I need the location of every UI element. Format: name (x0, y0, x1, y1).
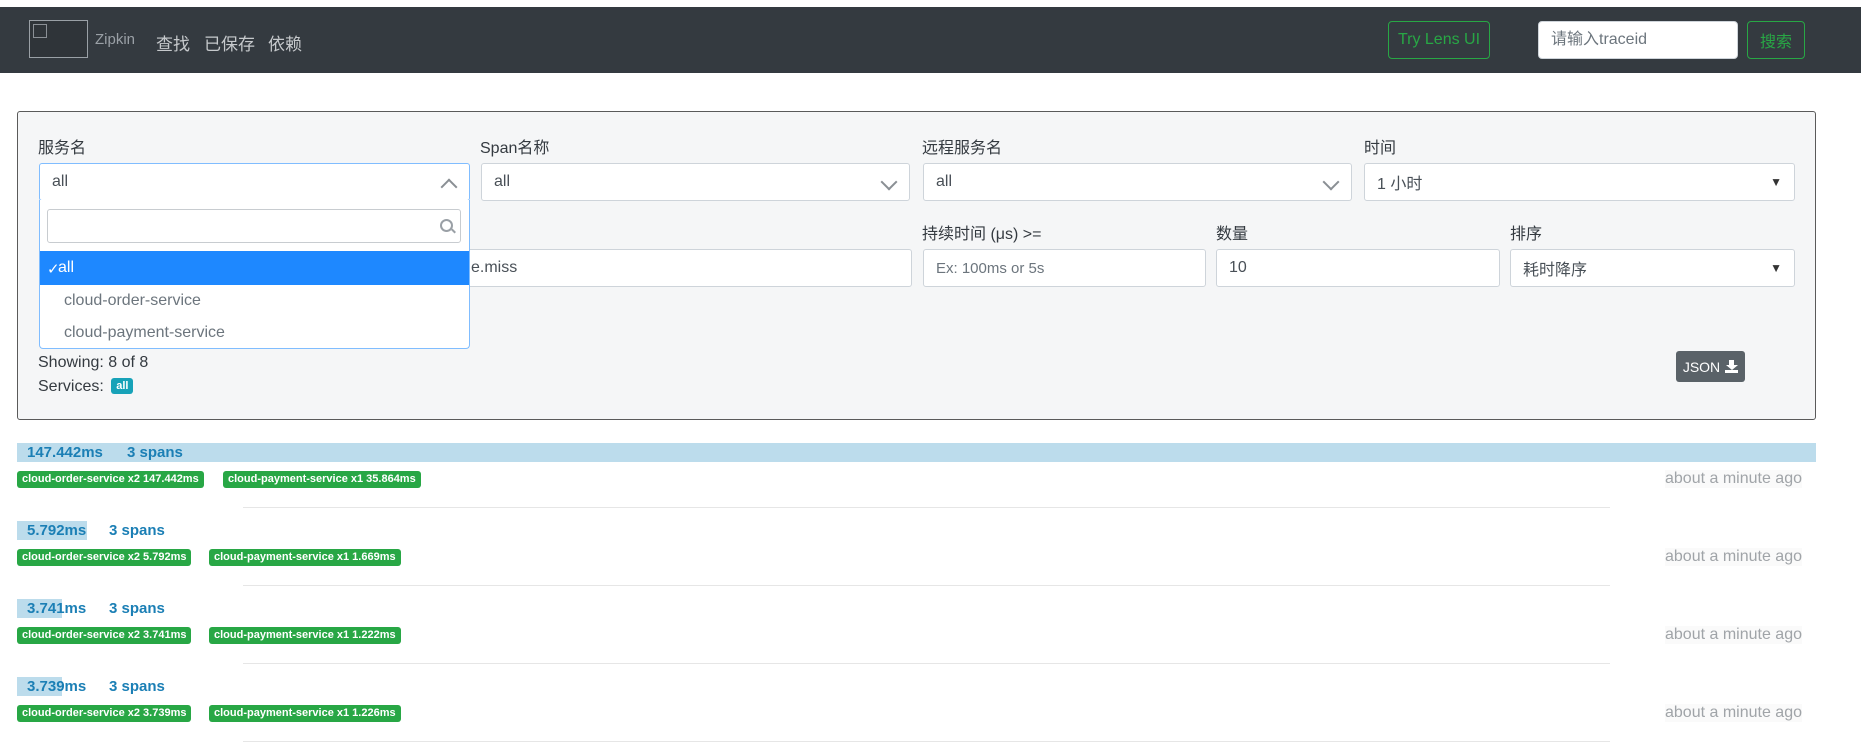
trace-row[interactable]: 3.741ms 3 spans cloud-order-service x2 3… (17, 599, 1816, 677)
service-label: 服务名 (38, 140, 87, 157)
sort-select[interactable]: 耗时降序 ▼ (1510, 249, 1795, 287)
trace-time-ago: about a minute ago (1665, 626, 1802, 644)
dropdown-option-cloud-payment-service[interactable]: cloud-payment-service (40, 316, 469, 350)
time-label: 时间 (1364, 140, 1397, 157)
remote-service-select[interactable]: all (923, 163, 1352, 201)
top-strip (0, 0, 1861, 7)
trace-span-count: 3 spans (109, 678, 165, 695)
trace-duration[interactable]: 5.792ms (27, 521, 86, 540)
span-name-label: Span名称 (480, 140, 550, 157)
service-tag: cloud-order-service x2 3.741ms (17, 627, 192, 644)
zipkin-logo[interactable] (29, 20, 88, 58)
trace-duration[interactable]: 3.741ms (27, 599, 86, 618)
chevron-down-icon (1322, 173, 1340, 191)
check-icon: ✓ (47, 261, 60, 278)
trace-row[interactable]: 3.739ms 3 spans cloud-order-service x2 3… (17, 677, 1816, 755)
service-dropdown: ✓ all cloud-order-service cloud-payment-… (39, 200, 470, 349)
chevron-down-icon (880, 173, 898, 191)
sort-label: 排序 (1510, 226, 1543, 243)
time-select[interactable]: 1 小时 ▼ (1364, 163, 1795, 201)
duration-placeholder: Ex: 100ms or 5s (936, 259, 1045, 277)
sort-select-value: 耗时降序 (1523, 262, 1588, 279)
service-tag: cloud-order-service x2 147.442ms (17, 471, 204, 488)
nav-find[interactable]: 查找 (156, 30, 190, 55)
option-label: cloud-order-service (64, 292, 201, 309)
json-button-label: JSON (1682, 358, 1721, 375)
nav-dependencies[interactable]: 依赖 (268, 30, 302, 55)
option-label: cloud-payment-service (64, 324, 225, 341)
service-select-value: all (52, 173, 69, 190)
time-select-value: 1 小时 (1377, 176, 1423, 193)
duration-input[interactable]: Ex: 100ms or 5s (923, 249, 1206, 287)
broken-image-icon (33, 24, 47, 38)
showing-count: Showing: 8 of 8 (38, 354, 149, 371)
duration-bar (17, 443, 1816, 462)
json-download-button[interactable]: JSON (1676, 351, 1745, 382)
span-name-select-value: all (494, 173, 511, 190)
row-divider (243, 663, 1610, 664)
trace-time-ago: about a minute ago (1665, 470, 1802, 488)
trace-span-count: 3 spans (109, 600, 165, 617)
trace-row[interactable]: 5.792ms 3 spans cloud-order-service x2 5… (17, 521, 1816, 599)
trace-span-count: 3 spans (109, 522, 165, 539)
remote-service-label: 远程服务名 (922, 140, 1003, 157)
try-lens-ui-button[interactable]: Try Lens UI (1388, 21, 1490, 59)
search-icon (440, 219, 453, 232)
service-tag: cloud-payment-service x1 1.222ms (209, 627, 401, 644)
trace-duration[interactable]: 147.442ms (27, 443, 103, 462)
trace-time-ago: about a minute ago (1665, 548, 1802, 566)
service-select[interactable]: all (39, 163, 470, 201)
search-button[interactable]: 搜索 (1747, 21, 1805, 59)
services-label: Services: (38, 378, 104, 395)
limit-value: 10 (1229, 259, 1247, 276)
service-tag: cloud-payment-service x1 1.669ms (209, 549, 401, 566)
trace-span-count: 3 spans (127, 444, 183, 461)
dropdown-option-all[interactable]: ✓ all (40, 251, 469, 285)
services-summary: Services: all (38, 378, 134, 396)
dropdown-search-input[interactable] (47, 209, 461, 243)
caret-down-icon: ▼ (1770, 261, 1782, 275)
span-name-select[interactable]: all (481, 163, 910, 201)
limit-label: 数量 (1216, 226, 1249, 243)
service-tag: cloud-payment-service x1 1.226ms (209, 705, 401, 722)
row-divider (243, 585, 1610, 586)
remote-service-select-value: all (936, 173, 953, 190)
limit-input[interactable]: 10 (1216, 249, 1500, 287)
service-tag: cloud-order-service x2 5.792ms (17, 549, 192, 566)
duration-label: 持续时间 (μs) >= (922, 226, 1042, 243)
trace-duration[interactable]: 3.739ms (27, 677, 86, 696)
chevron-up-icon (440, 178, 458, 196)
caret-down-icon: ▼ (1770, 175, 1782, 189)
annotation-query-input[interactable]: e.miss (410, 249, 912, 287)
service-tag: cloud-payment-service x1 35.864ms (223, 471, 421, 488)
service-tag: cloud-order-service x2 3.739ms (17, 705, 192, 722)
row-divider (243, 507, 1610, 508)
navbar: Zipkin 查找 已保存 依赖 Try Lens UI 搜索 (0, 7, 1861, 73)
brand-name[interactable]: Zipkin (95, 31, 135, 48)
trace-row[interactable]: 147.442ms 3 spans cloud-order-service x2… (17, 443, 1816, 521)
annotation-query-value: e.miss (471, 259, 518, 276)
traceid-input[interactable] (1538, 21, 1738, 59)
trace-time-ago: about a minute ago (1665, 704, 1802, 722)
dropdown-option-cloud-order-service[interactable]: cloud-order-service (40, 284, 469, 318)
row-divider (243, 741, 1610, 742)
service-badge-all[interactable]: all (111, 378, 134, 394)
option-label: all (58, 259, 75, 276)
download-icon (1725, 360, 1739, 373)
nav-saved[interactable]: 已保存 (204, 30, 255, 55)
